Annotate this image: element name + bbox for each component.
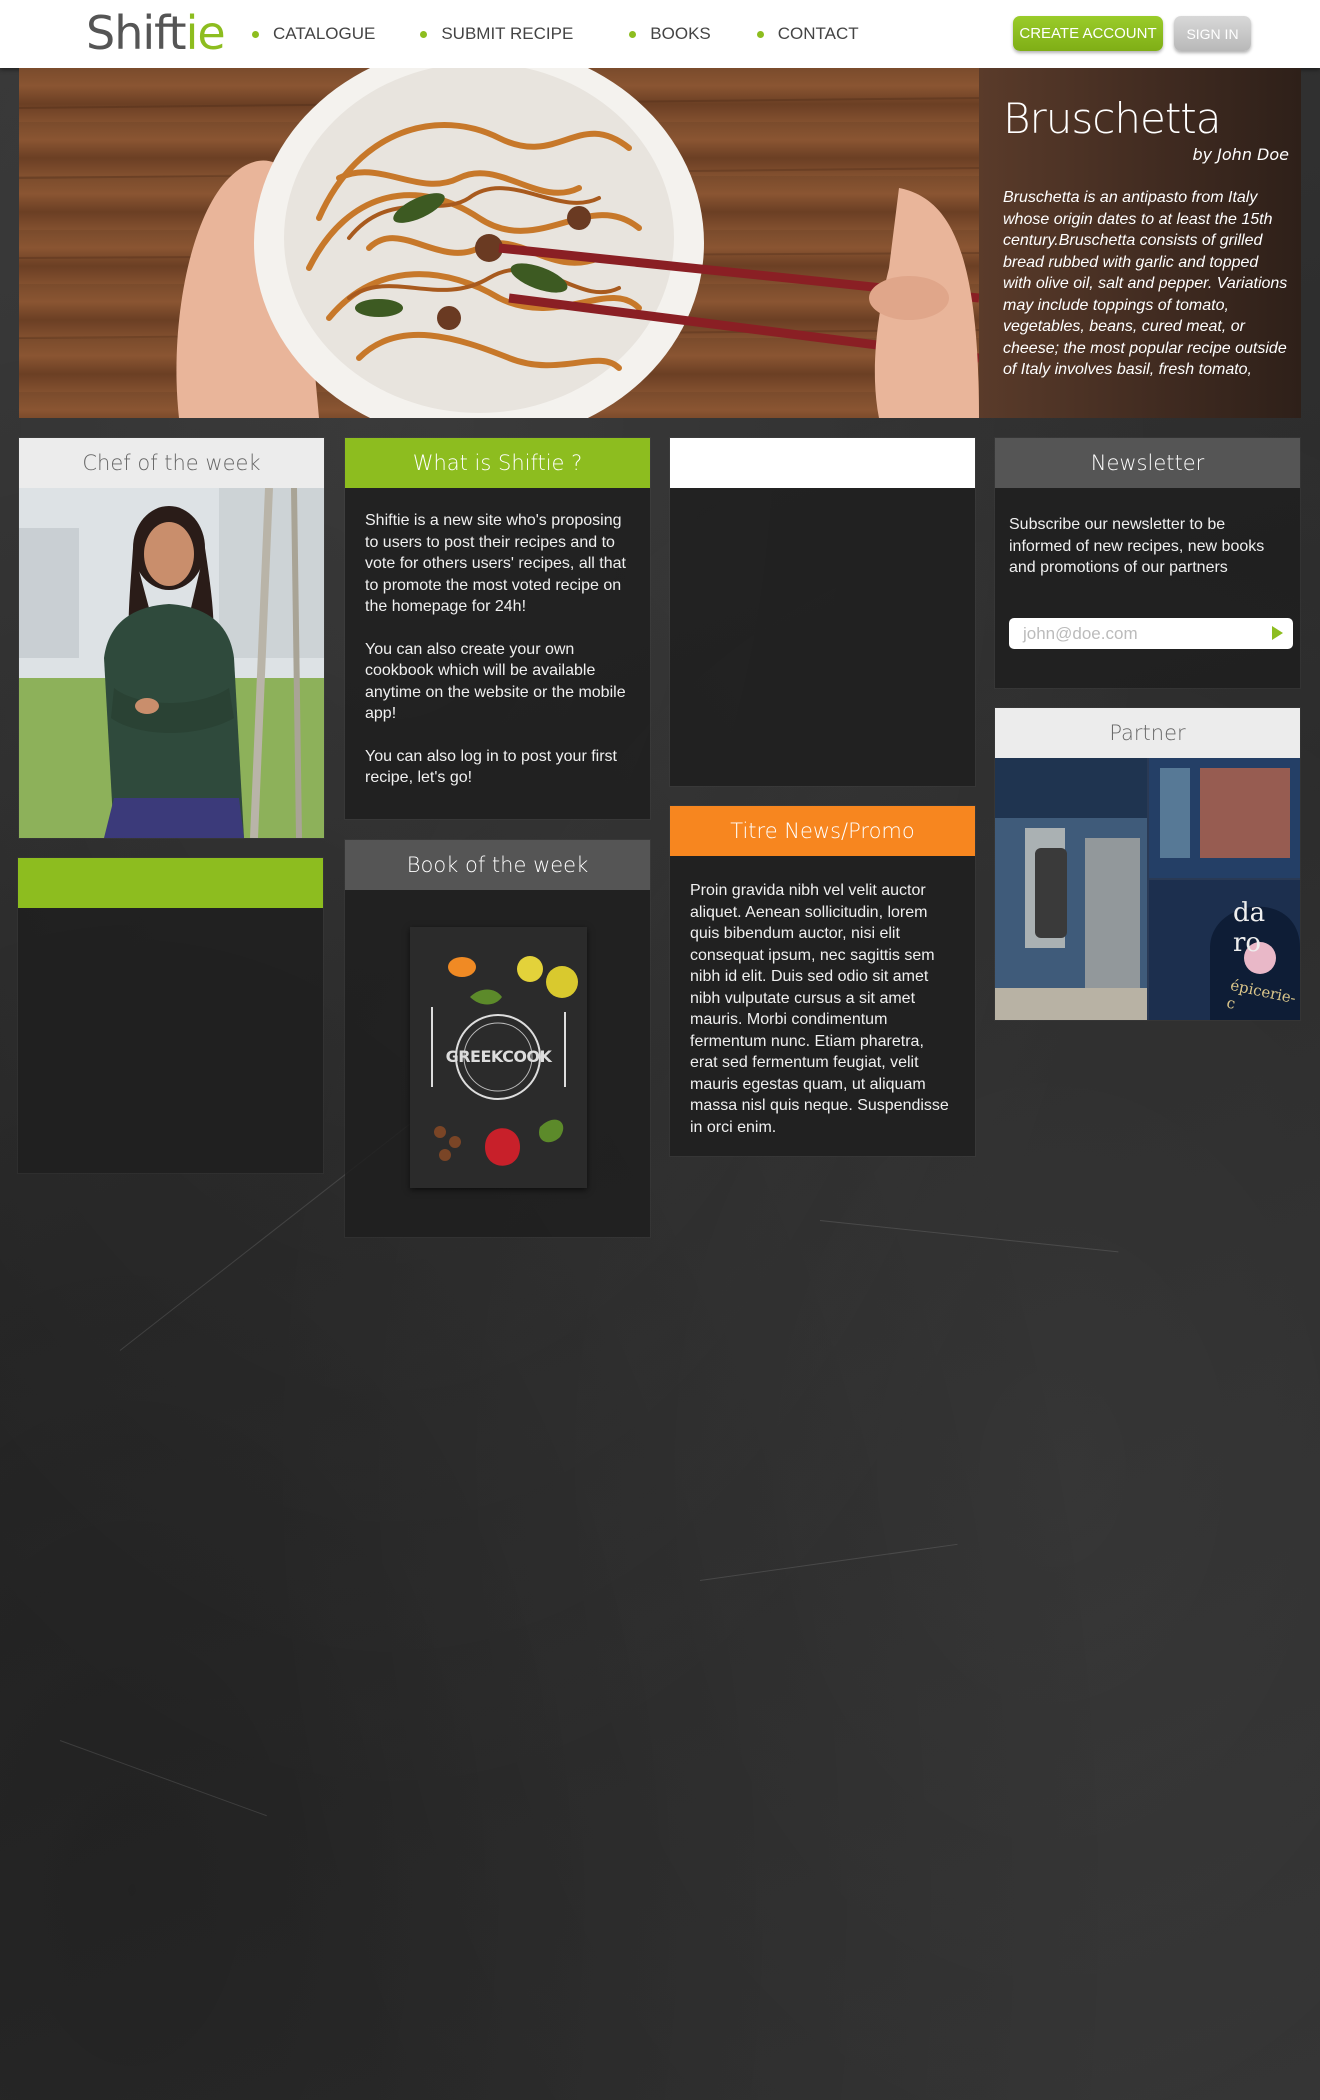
partner-sign-text: da ro: [1233, 898, 1266, 958]
featured-recipe[interactable]: Bruschetta by John Doe Bruschetta is an …: [19, 68, 1301, 418]
book-of-the-week-card: Book of the week GREEKCOOK: [345, 840, 650, 1237]
nav-contact[interactable]: CONTACT: [756, 24, 859, 44]
promo-card-title: Titre News/Promo: [670, 806, 975, 856]
noodle-bowl-illustration: [19, 68, 979, 418]
about-card: What is Shiftie ? Shiftie is a new site …: [345, 438, 650, 819]
partner-image[interactable]: da ro épicerie-c: [995, 758, 1300, 1020]
recipe-title[interactable]: Bruschetta: [1003, 94, 1289, 143]
nav-books[interactable]: BOOKS: [629, 24, 711, 44]
recipe-description: Bruschetta is an antipasto from Italy wh…: [1003, 189, 1288, 378]
bullet-icon: [756, 30, 764, 38]
newsletter-card: Newsletter Subscribe our newsletter to b…: [995, 438, 1300, 688]
green-card-header: [18, 858, 323, 908]
logo-text: Shift: [86, 6, 187, 60]
green-card: [18, 858, 323, 1173]
send-arrow-icon[interactable]: [1272, 626, 1283, 640]
about-paragraph: You can also log in to post your first r…: [365, 747, 617, 787]
bullet-icon: [252, 30, 259, 38]
white-card-header: [670, 438, 975, 488]
book-cover-title: GREEKCOOK: [445, 1047, 552, 1066]
about-paragraph: You can also create your own cookbook wh…: [365, 640, 626, 723]
create-account-button[interactable]: CREATE ACCOUNT: [1013, 16, 1163, 51]
about-card-title: What is Shiftie ?: [345, 438, 650, 488]
nav-label: CONTACT: [777, 24, 859, 43]
newsletter-text: Subscribe our newsletter to be informed …: [1009, 516, 1265, 576]
main-nav: CATALOGUE SUBMIT RECIPE BOOKS CONTACT: [252, 0, 905, 68]
recipe-author: by John Doe: [1192, 145, 1289, 164]
site-header: Shiftie CATALOGUE SUBMIT RECIPE BOOKS CO…: [0, 0, 1320, 68]
partner-card: Partner da ro épicerie-c: [995, 708, 1300, 1020]
sign-in-button[interactable]: SIGN IN: [1174, 16, 1251, 51]
news-promo-card: Titre News/Promo Proin gravida nibh vel …: [670, 806, 975, 1156]
bullet-icon: [629, 30, 637, 38]
email-placeholder: john@doe.com: [1023, 623, 1138, 643]
partner-card-title: Partner: [995, 708, 1300, 758]
white-card: [670, 438, 975, 786]
nav-label: CATALOGUE: [273, 24, 376, 43]
chef-photo[interactable]: [19, 488, 324, 838]
about-card-body: Shiftie is a new site who's proposing to…: [345, 488, 650, 830]
featured-recipe-image: [19, 68, 979, 418]
featured-recipe-info: Bruschetta by John Doe Bruschetta is an …: [979, 68, 1301, 418]
nav-label: SUBMIT RECIPE: [441, 24, 574, 43]
about-paragraph: Shiftie is a new site who's proposing to…: [365, 512, 626, 615]
chef-card-title: Chef of the week: [19, 438, 324, 488]
newsletter-card-title: Newsletter: [995, 438, 1300, 488]
book-cover[interactable]: GREEKCOOK: [410, 927, 587, 1188]
site-logo[interactable]: Shiftie: [86, 6, 226, 60]
bullet-icon: [420, 30, 428, 38]
nav-submit-recipe[interactable]: SUBMIT RECIPE: [420, 24, 573, 44]
chef-portrait-illustration: [19, 488, 324, 838]
nav-catalogue[interactable]: CATALOGUE: [252, 24, 375, 44]
nav-label: BOOKS: [650, 24, 711, 43]
promo-card-body: Proin gravida nibh vel velit auctor aliq…: [690, 882, 949, 1136]
book-card-title: Book of the week: [345, 840, 650, 890]
logo-accent: ie: [185, 6, 226, 60]
newsletter-email-input[interactable]: john@doe.com: [1009, 618, 1293, 649]
chef-of-the-week-card: Chef of the week: [19, 438, 324, 838]
